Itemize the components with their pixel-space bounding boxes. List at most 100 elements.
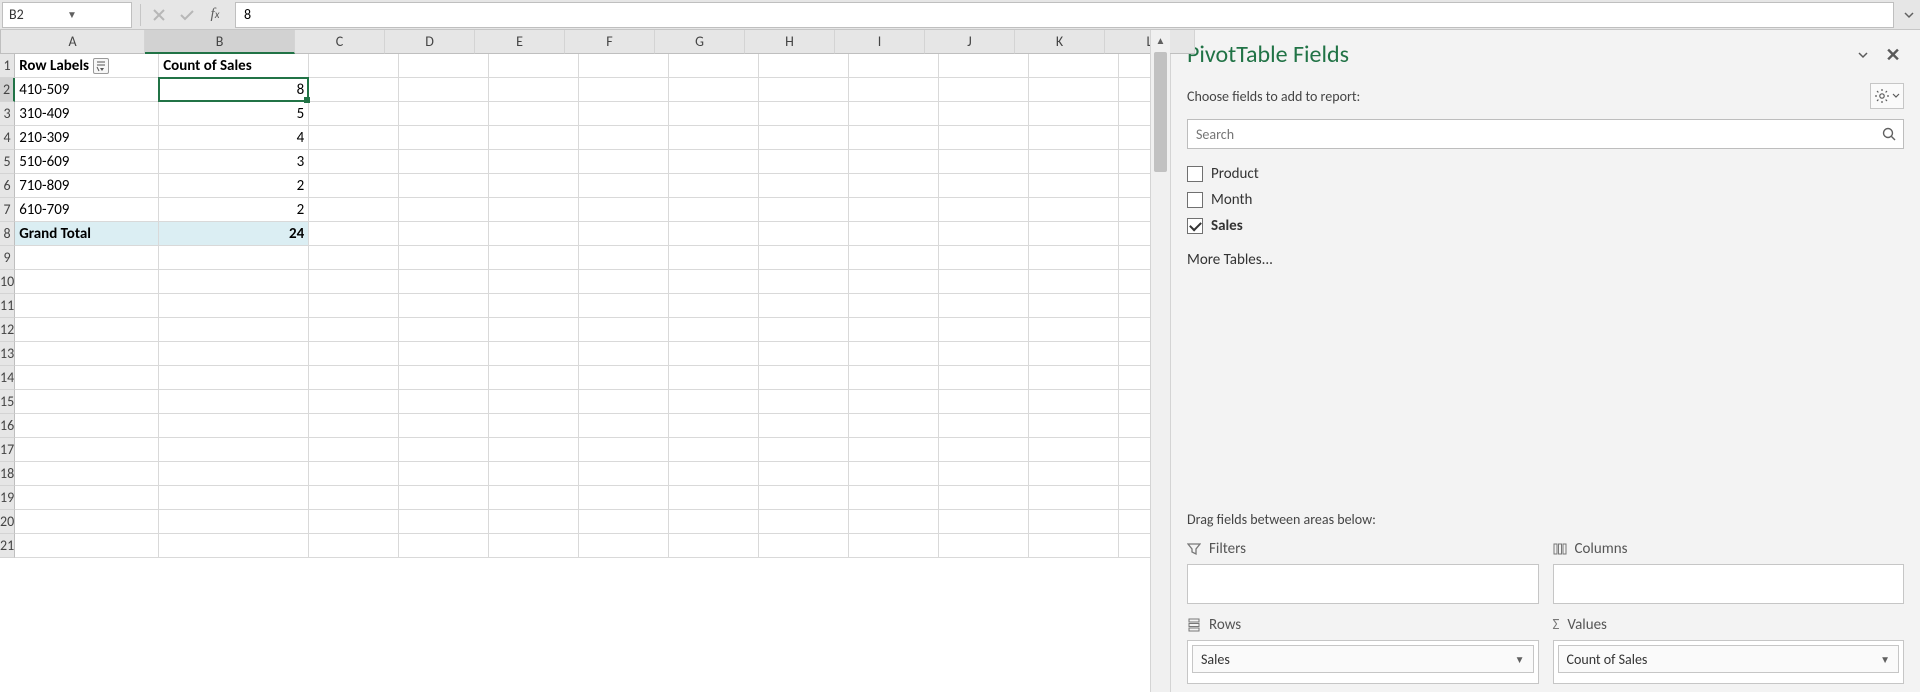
cell[interactable] (1119, 102, 1150, 126)
cell[interactable] (759, 414, 849, 438)
cell[interactable] (489, 318, 579, 342)
cell[interactable] (669, 198, 759, 222)
cell[interactable]: 3 (159, 150, 309, 174)
cell[interactable] (669, 246, 759, 270)
cell[interactable]: Grand Total (15, 222, 159, 246)
cell[interactable] (849, 462, 939, 486)
column-header[interactable]: C (295, 30, 385, 54)
cell[interactable] (669, 534, 759, 558)
cell[interactable] (15, 294, 159, 318)
cell[interactable] (939, 294, 1029, 318)
cell[interactable] (489, 294, 579, 318)
cell[interactable] (1029, 366, 1119, 390)
cell[interactable] (579, 198, 669, 222)
cell[interactable] (939, 366, 1029, 390)
cell[interactable] (939, 534, 1029, 558)
cell[interactable]: Row Labels (15, 54, 159, 78)
column-header[interactable]: D (385, 30, 475, 54)
cell[interactable]: Count of Sales (159, 54, 309, 78)
column-header[interactable]: E (475, 30, 565, 54)
cell[interactable] (15, 438, 159, 462)
cell[interactable] (939, 246, 1029, 270)
checkbox[interactable] (1187, 192, 1203, 208)
chevron-down-icon[interactable]: ▼ (1880, 653, 1890, 666)
cell[interactable] (399, 366, 489, 390)
cell[interactable] (669, 126, 759, 150)
cell[interactable] (15, 510, 159, 534)
cell[interactable] (1029, 342, 1119, 366)
cell[interactable] (399, 126, 489, 150)
cell[interactable] (1029, 150, 1119, 174)
row-header[interactable]: 15 (0, 390, 15, 414)
cell[interactable] (15, 246, 159, 270)
cell[interactable] (939, 486, 1029, 510)
cell[interactable] (159, 294, 309, 318)
cell[interactable]: 610-709 (15, 198, 159, 222)
cell[interactable] (669, 174, 759, 198)
cell[interactable] (759, 510, 849, 534)
vertical-scrollbar[interactable]: ▲ (1150, 30, 1170, 692)
cell[interactable] (939, 414, 1029, 438)
cell[interactable]: 2 (159, 198, 309, 222)
values-pill[interactable]: Count of Sales ▼ (1558, 645, 1900, 673)
cancel-formula-button[interactable] (145, 2, 173, 28)
field-search[interactable] (1187, 119, 1904, 149)
cell[interactable] (579, 534, 669, 558)
cell[interactable] (849, 390, 939, 414)
cell[interactable] (669, 486, 759, 510)
cell[interactable] (1119, 174, 1150, 198)
cell[interactable] (849, 54, 939, 78)
cell[interactable] (15, 270, 159, 294)
row-header[interactable]: 14 (0, 366, 15, 390)
row-header[interactable]: 18 (0, 462, 15, 486)
row-header[interactable]: 6 (0, 174, 15, 198)
cell[interactable] (759, 102, 849, 126)
cell[interactable] (1029, 126, 1119, 150)
field-item[interactable]: Product (1187, 161, 1904, 187)
cell[interactable] (399, 102, 489, 126)
cell[interactable] (579, 270, 669, 294)
cell[interactable] (939, 102, 1029, 126)
column-header[interactable]: B (145, 30, 295, 54)
cell[interactable] (399, 78, 489, 102)
cell[interactable] (399, 462, 489, 486)
cell[interactable] (579, 150, 669, 174)
cell[interactable] (489, 78, 579, 102)
cell[interactable] (1029, 102, 1119, 126)
area-columns-dropzone[interactable] (1553, 564, 1905, 604)
cell[interactable] (399, 150, 489, 174)
expand-formula-bar-button[interactable] (1898, 2, 1920, 28)
cell[interactable] (759, 270, 849, 294)
cell[interactable] (849, 438, 939, 462)
cell[interactable] (1119, 150, 1150, 174)
cell[interactable] (15, 366, 159, 390)
cell[interactable] (309, 54, 399, 78)
cell[interactable] (1119, 126, 1150, 150)
cell[interactable] (939, 78, 1029, 102)
cell[interactable] (849, 294, 939, 318)
cell[interactable] (939, 54, 1029, 78)
cell[interactable]: 24 (159, 222, 309, 246)
cell[interactable] (939, 270, 1029, 294)
cell[interactable] (1029, 54, 1119, 78)
cell[interactable] (579, 366, 669, 390)
cell[interactable] (1029, 414, 1119, 438)
cell[interactable] (759, 222, 849, 246)
cell[interactable] (1029, 486, 1119, 510)
cell[interactable] (399, 390, 489, 414)
cell[interactable] (159, 438, 309, 462)
cell[interactable] (309, 366, 399, 390)
checkbox[interactable] (1187, 166, 1203, 182)
select-all-corner[interactable] (0, 30, 1, 54)
pane-options-button[interactable] (1852, 44, 1874, 66)
cell[interactable] (1119, 294, 1150, 318)
cell[interactable] (759, 126, 849, 150)
cell[interactable] (849, 222, 939, 246)
row-header[interactable]: 5 (0, 150, 15, 174)
cell[interactable] (399, 270, 489, 294)
cell[interactable] (309, 150, 399, 174)
cell[interactable] (849, 246, 939, 270)
cell[interactable] (849, 486, 939, 510)
cell[interactable] (309, 414, 399, 438)
cell[interactable] (759, 486, 849, 510)
